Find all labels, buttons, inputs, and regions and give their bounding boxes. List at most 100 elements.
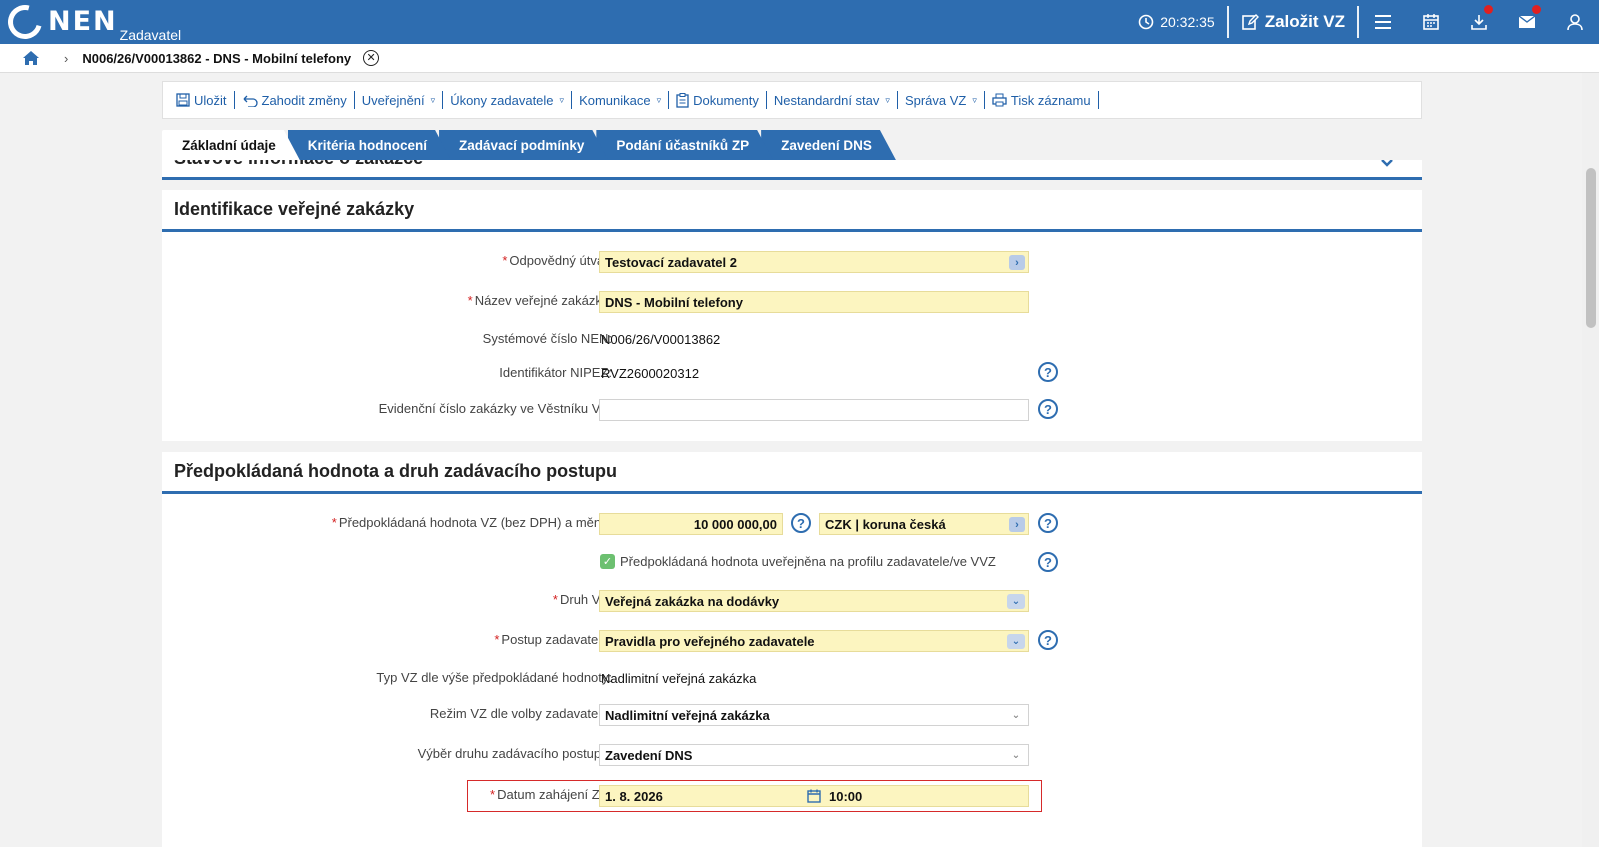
start-date-row: * Datum zahájení ZP: 1. 8. 2026 10:00 xyxy=(162,785,1422,807)
field-label: * Datum zahájení ZP: xyxy=(490,787,612,802)
tab-dns-setup[interactable]: Zavedení DNS xyxy=(761,130,896,160)
vz-management-menu[interactable]: Správa VZ ▿ xyxy=(898,91,985,109)
procedure-row: * Postup zadavatele: Pravidla pro veřejné… xyxy=(162,630,1422,652)
help-icon[interactable]: ? xyxy=(791,513,811,533)
procedure-select[interactable]: Pravidla pro veřejného zadavatele ⌄ xyxy=(599,630,1029,652)
home-icon[interactable] xyxy=(22,50,40,66)
required-star: * xyxy=(502,253,508,268)
caret-down-icon: ▿ xyxy=(885,94,890,105)
start-date-field[interactable]: 1. 8. 2026 10:00 xyxy=(599,785,1029,807)
messages-button[interactable] xyxy=(1503,0,1551,44)
help-icon[interactable]: ? xyxy=(1038,513,1058,533)
help-icon[interactable]: ? xyxy=(1038,630,1058,650)
print-record-button[interactable]: Tisk záznamu xyxy=(985,91,1099,109)
estimated-value-input[interactable]: 10 000 000,00 xyxy=(599,513,783,535)
nonstandard-state-label: Nestandardní stav xyxy=(773,92,880,108)
value-published-label: Předpokládaná hodnota uveřejněna na prof… xyxy=(620,554,996,569)
vestnik-number-input[interactable] xyxy=(599,399,1029,421)
publication-menu[interactable]: Uveřejnění ▿ xyxy=(355,91,444,109)
downloads-button[interactable] xyxy=(1455,0,1503,44)
field-label: Identifikátor NIPEZ: xyxy=(499,365,612,380)
chevron-down-icon[interactable]: ⌄ xyxy=(1007,748,1025,763)
start-date-value[interactable]: 1. 8. 2026 xyxy=(605,789,663,804)
help-icon[interactable]: ? xyxy=(1038,399,1058,419)
help-icon[interactable]: ? xyxy=(1038,362,1058,382)
contract-name-row: * Název veřejné zakázky: DNS - Mobilní te… xyxy=(162,291,1422,313)
required-star: * xyxy=(490,787,496,802)
regime-row: Režim VZ dle volby zadavatele: Nadlimitn… xyxy=(162,704,1422,726)
nipez-value: RVZ2600020312 xyxy=(601,366,700,381)
communication-menu[interactable]: Komunikace ▿ xyxy=(572,91,670,109)
contracting-acts-menu[interactable]: Úkony zadavatele ▿ xyxy=(443,91,573,109)
save-icon xyxy=(176,93,190,107)
tab-tender-conditions[interactable]: Zadávací podmínky xyxy=(439,130,608,160)
clock-icon xyxy=(1138,14,1154,30)
user-button[interactable] xyxy=(1551,0,1599,44)
procedure-choice-select[interactable]: Zavedení DNS ⌄ xyxy=(599,744,1029,766)
contract-type-select[interactable]: Veřejná zakázka na dodávky ⌄ xyxy=(599,590,1029,612)
section-title: Stavové informace o zakázce xyxy=(174,160,423,169)
communication-label: Komunikace xyxy=(579,92,651,108)
currency-field[interactable]: CZK | koruna česká › xyxy=(819,513,1029,535)
field-label: Režim VZ dle volby zadavatele: xyxy=(429,706,612,721)
required-star: * xyxy=(552,592,558,607)
regime-select[interactable]: Nadlimitní veřejná zakázka ⌄ xyxy=(599,704,1029,726)
nen-logo[interactable]: NEN Zadavatel xyxy=(1,0,181,46)
logo-text: NEN xyxy=(48,6,118,37)
scrollbar-thumb[interactable] xyxy=(1586,168,1596,328)
start-time-value[interactable]: 10:00 xyxy=(829,789,862,804)
procedure-choice-row: Výběr druhu zadávacího postupu: Zavedení… xyxy=(162,744,1422,766)
mail-icon xyxy=(1518,15,1536,28)
create-vz-button[interactable]: Založit VZ xyxy=(1229,12,1357,32)
discard-changes-button[interactable]: Zahodit změny xyxy=(235,91,355,109)
menu-button[interactable] xyxy=(1359,0,1407,44)
caret-down-icon: ▿ xyxy=(559,94,565,105)
notification-dot xyxy=(1484,5,1493,14)
tab-evaluation-criteria[interactable]: Kritéria hodnocení xyxy=(288,130,451,160)
session-clock: 20:32:35 xyxy=(1126,14,1227,30)
discard-label: Zahodit změny xyxy=(261,92,347,108)
field-label: * Odpovědný útvar: xyxy=(502,253,612,268)
responsible-unit-row: * Odpovědný útvar: Testovací zadavatel 2 … xyxy=(162,251,1422,273)
contract-name-input[interactable]: DNS - Mobilní telefony xyxy=(599,291,1029,313)
chevron-down-icon[interactable] xyxy=(1380,160,1394,171)
calendar-icon[interactable] xyxy=(807,789,821,806)
section-title: Identifikace veřejné zakázky xyxy=(162,190,1422,232)
vestnik-number-row: Evidenční číslo zakázky ve Věstníku VZ: … xyxy=(162,399,1422,421)
close-tab-icon[interactable]: ✕ xyxy=(363,50,380,66)
breadcrumb-title[interactable]: N006/26/V00013862 - DNS - Mobilní telefo… xyxy=(82,51,351,66)
tab-basic-info[interactable]: Základní údaje xyxy=(162,130,300,160)
documents-button[interactable]: Dokumenty xyxy=(669,91,767,109)
chevron-down-icon[interactable]: ⌄ xyxy=(1007,594,1025,609)
estimated-value-row: * Předpokládaná hodnota VZ (bez DPH) a mě… xyxy=(162,513,1422,535)
help-icon[interactable]: ? xyxy=(1038,552,1058,572)
required-star: * xyxy=(494,632,500,647)
required-star: * xyxy=(467,293,473,308)
system-number-row: Systémové číslo NEN: N006/26/V00013862 xyxy=(162,329,1422,351)
required-star: * xyxy=(331,515,337,530)
form-tabs: Základní údaje Kritéria hodnocení Zadáva… xyxy=(162,130,884,160)
value-published-checkbox[interactable]: ✓ xyxy=(600,554,615,569)
undo-icon xyxy=(243,95,258,107)
chevron-down-icon[interactable]: ⌄ xyxy=(1007,708,1025,723)
save-label: Uložit xyxy=(194,92,227,108)
value-category-value: Nadlimitní veřejná zakázka xyxy=(601,671,757,686)
clock-time: 20:32:35 xyxy=(1160,14,1215,30)
publication-label: Uveřejnění xyxy=(361,92,425,108)
chevron-down-icon[interactable]: ⌄ xyxy=(1007,634,1025,649)
contracting-acts-label: Úkony zadavatele xyxy=(450,92,554,108)
save-button[interactable]: Uložit xyxy=(169,91,235,109)
section-title: Předpokládaná hodnota a druh zadávacího … xyxy=(162,452,1422,494)
tab-participant-submissions[interactable]: Podání účastníků ZP xyxy=(596,130,773,160)
field-label: Výběr druhu zadávacího postupu: xyxy=(417,746,612,761)
picker-arrow-icon[interactable]: › xyxy=(1009,255,1025,270)
picker-arrow-icon[interactable]: › xyxy=(1009,517,1025,532)
nonstandard-state-menu[interactable]: Nestandardní stav ▿ xyxy=(767,91,898,109)
responsible-unit-field[interactable]: Testovací zadavatel 2 › xyxy=(599,251,1029,273)
chevron-right-icon: › xyxy=(64,50,69,66)
print-icon xyxy=(992,93,1007,107)
vz-management-label: Správa VZ xyxy=(904,92,967,108)
calendar-button[interactable] xyxy=(1407,0,1455,44)
field-label: * Postup zadavatele: xyxy=(494,632,612,647)
notification-dot xyxy=(1532,5,1541,14)
